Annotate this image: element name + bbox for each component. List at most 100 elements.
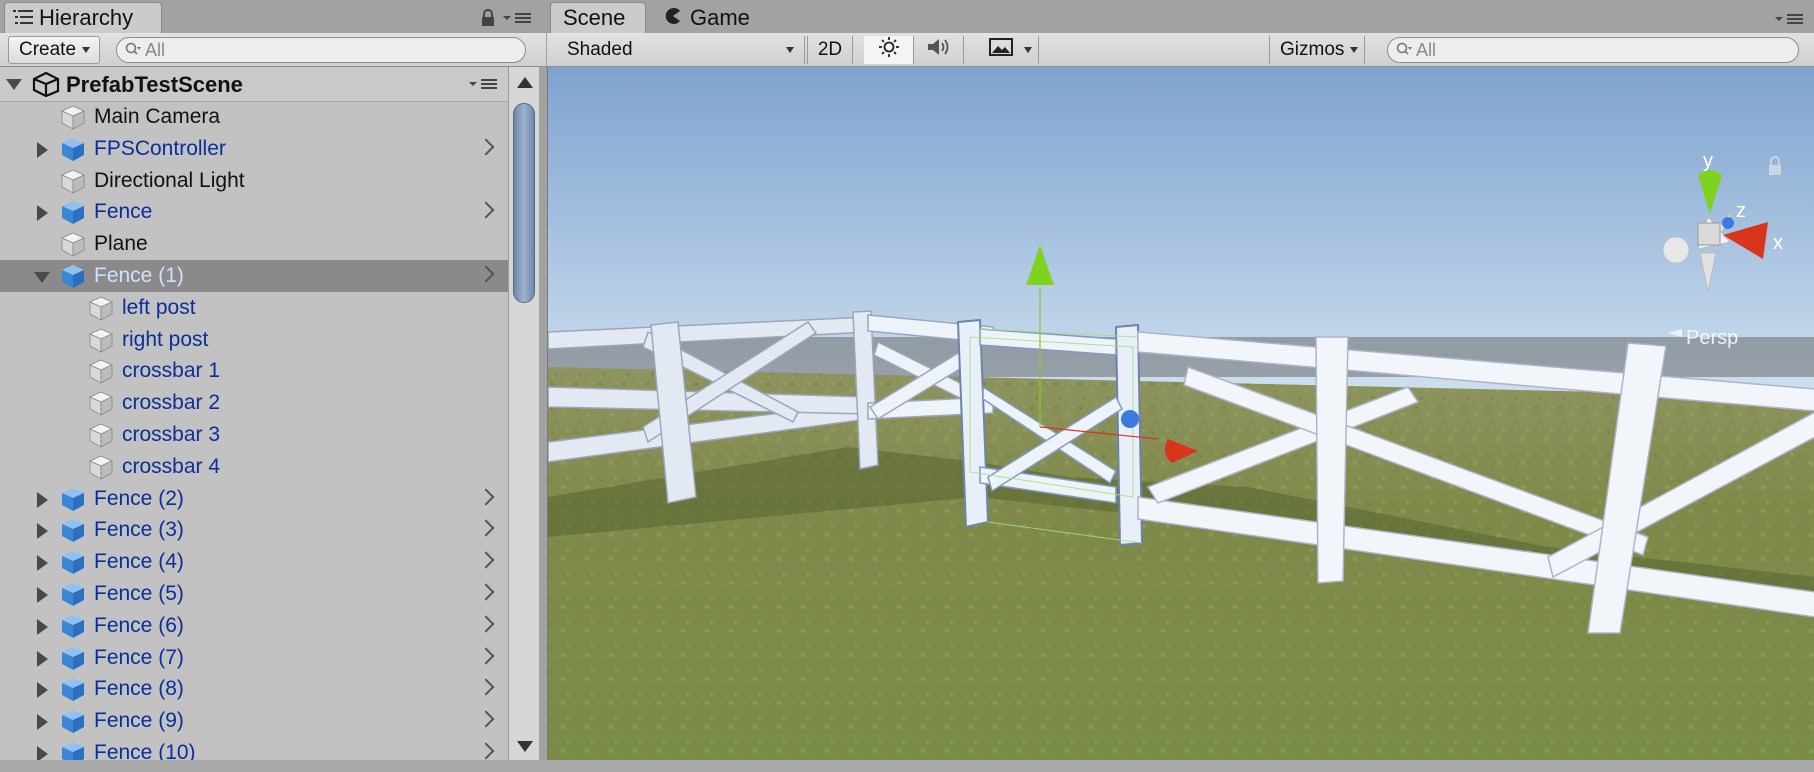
hierarchy-row[interactable]: Fence (1) (0, 260, 508, 292)
expand-arrow-icon[interactable] (37, 205, 48, 222)
create-button[interactable]: Create (8, 36, 100, 64)
hierarchy-row[interactable]: left post (0, 292, 508, 324)
prefab-open-chevron-icon[interactable] (477, 647, 495, 665)
tab-game[interactable]: Game (659, 2, 769, 33)
hierarchy-row[interactable]: right post (0, 324, 508, 356)
hierarchy-row-label: Fence (8) (94, 677, 184, 701)
projection-label[interactable]: Persp (1686, 327, 1738, 349)
expand-arrow-icon[interactable] (37, 491, 48, 508)
hierarchy-row[interactable]: Fence (8) (0, 673, 508, 705)
z-axis-handle[interactable] (1121, 410, 1139, 428)
prefab-open-chevron-icon[interactable] (477, 138, 495, 156)
cube-blue-icon (60, 517, 86, 543)
cube-white-icon (88, 422, 114, 448)
hierarchy-row[interactable]: Fence (7) (0, 642, 508, 674)
hierarchy-row[interactable]: crossbar 2 (0, 387, 508, 419)
lighting-toggle[interactable] (864, 36, 914, 64)
hierarchy-search-placeholder: All (145, 39, 166, 60)
cube-white-icon (88, 327, 114, 353)
hierarchy-row[interactable]: Fence (2) (0, 483, 508, 515)
tab-scene[interactable]: Scene (550, 2, 646, 33)
prefab-open-chevron-icon[interactable] (477, 678, 495, 696)
prefab-open-chevron-icon[interactable] (477, 201, 495, 219)
cube-white-icon (88, 390, 114, 416)
hierarchy-row[interactable]: crossbar 1 (0, 355, 508, 387)
hierarchy-row[interactable]: crossbar 4 (0, 451, 508, 483)
hierarchy-row[interactable]: Directional Light (0, 165, 508, 197)
hierarchy-row-label: left post (122, 295, 196, 319)
scrollbar-thumb[interactable] (513, 103, 535, 303)
expand-arrow-icon[interactable] (37, 714, 48, 731)
expand-arrow-icon[interactable] (37, 555, 48, 572)
prefab-open-chevron-icon[interactable] (477, 551, 495, 569)
prefab-open-chevron-icon[interactable] (477, 519, 495, 537)
hierarchy-row-label: Fence (6) (94, 613, 184, 637)
expand-arrow-icon[interactable] (37, 650, 48, 667)
hierarchy-row-label: crossbar 2 (122, 391, 221, 415)
hierarchy-row-label: crossbar 1 (122, 359, 221, 383)
shading-mode-label: Shaded (567, 39, 633, 60)
hierarchy-row[interactable]: Fence (5) (0, 578, 508, 610)
hierarchy-panel: PrefabTestScene Main Camera FPSController… (0, 67, 508, 772)
scene-menu-icon[interactable] (469, 77, 499, 96)
panel-menu-icon[interactable] (503, 11, 533, 30)
lock-icon[interactable] (481, 9, 495, 32)
scene-name: PrefabTestScene (66, 72, 243, 97)
expanded-arrow-icon[interactable] (34, 272, 50, 283)
hierarchy-row[interactable]: Fence (0, 196, 508, 228)
cube-blue-icon (60, 136, 86, 162)
effects-dropdown[interactable] (975, 36, 1039, 64)
hierarchy-row[interactable]: Fence (4) (0, 546, 508, 578)
scroll-down-arrow-icon[interactable] (517, 741, 533, 752)
prefab-open-chevron-icon[interactable] (477, 710, 495, 728)
hierarchy-row-label: right post (122, 327, 209, 351)
prefab-open-chevron-icon[interactable] (477, 742, 495, 760)
gizmo-z-label: z (1736, 200, 1746, 222)
cube-white-icon (88, 295, 114, 321)
scene-viewport[interactable]: y z x Persp (547, 67, 1814, 772)
tab-hierarchy[interactable]: Hierarchy (4, 2, 162, 33)
expand-arrow-icon[interactable] (37, 141, 48, 158)
hierarchy-row-label: crossbar 4 (122, 454, 221, 478)
audio-toggle[interactable] (914, 36, 964, 64)
hierarchy-row[interactable]: Fence (9) (0, 705, 508, 737)
expand-arrow-icon[interactable] (37, 587, 48, 603)
hierarchy-row[interactable]: Main Camera (0, 101, 508, 133)
cube-white-icon (60, 104, 86, 130)
hierarchy-row[interactable]: crossbar 3 (0, 419, 508, 451)
hierarchy-row-label: Fence (7) (94, 645, 184, 669)
gizmos-label: Gizmos (1280, 39, 1345, 60)
hierarchy-row-label: Fence (1) (94, 264, 184, 287)
gizmos-dropdown[interactable]: Gizmos (1269, 36, 1365, 64)
hierarchy-row-label: Fence (5) (94, 582, 184, 605)
scroll-up-arrow-icon[interactable] (517, 77, 533, 88)
cube-blue-icon (60, 549, 86, 575)
expand-arrow-icon[interactable] (37, 523, 48, 540)
prefab-open-chevron-icon[interactable] (477, 488, 495, 506)
scene-panel-menu-icon[interactable] (1775, 12, 1805, 31)
scene-render: y z x Persp (548, 67, 1814, 772)
prefab-open-chevron-icon[interactable] (477, 265, 495, 283)
speaker-icon (926, 36, 952, 64)
search-icon (125, 40, 143, 61)
mode-2d-button[interactable]: 2D (807, 36, 853, 64)
scene-tabbar: Scene Game (547, 0, 1814, 34)
hierarchy-row[interactable]: Fence (6) (0, 610, 508, 642)
prefab-open-chevron-icon[interactable] (477, 583, 495, 601)
collapse-arrow-icon[interactable] (6, 79, 22, 90)
hierarchy-search-input[interactable]: All (116, 37, 526, 63)
hierarchy-row-label: Plane (94, 232, 148, 256)
hierarchy-row[interactable]: Plane (0, 228, 508, 260)
shading-mode-dropdown[interactable]: Shaded (557, 36, 805, 64)
hierarchy-row[interactable]: FPSController (0, 133, 508, 165)
hierarchy-row[interactable]: Fence (3) (0, 514, 508, 546)
scene-header-row[interactable]: PrefabTestScene (0, 67, 508, 102)
hierarchy-row-label: Fence (3) (94, 518, 184, 542)
scene-search-input[interactable]: All (1387, 37, 1799, 63)
hierarchy-scrollbar[interactable] (508, 67, 539, 772)
expand-arrow-icon[interactable] (37, 682, 48, 699)
scene-toolbar: Shaded 2D Gizmos All (547, 33, 1814, 67)
expand-arrow-icon[interactable] (37, 618, 48, 635)
prefab-open-chevron-icon[interactable] (477, 615, 495, 633)
gizmo-y-label: y (1703, 150, 1713, 172)
